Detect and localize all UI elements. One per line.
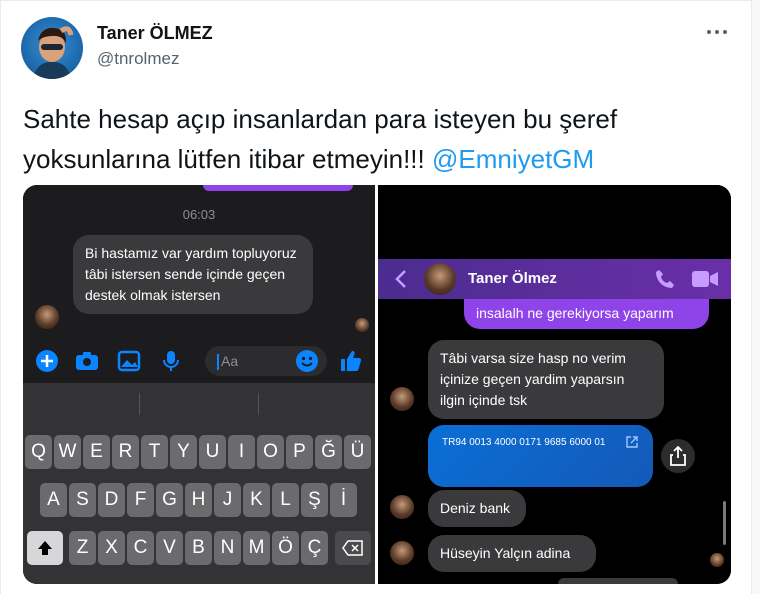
video-call-icon[interactable]	[692, 271, 718, 287]
message-input-placeholder: Aa	[221, 353, 239, 369]
key-o[interactable]: O	[257, 435, 284, 469]
left-screenshot: 06:03 Bi hastamız var yardım topluyoruz …	[23, 185, 375, 584]
author-name[interactable]: Taner ÖLMEZ	[97, 23, 213, 44]
incoming-message: Bi hastamız var yardım topluyoruz tâbi i…	[73, 235, 313, 314]
key-o-umlaut[interactable]: Ö	[272, 531, 299, 565]
key-i[interactable]: I	[228, 435, 255, 469]
camera-icon[interactable]	[75, 349, 99, 373]
suggestion-divider	[258, 393, 259, 415]
message-composer: Aa	[23, 341, 375, 381]
tweet-text: Sahte hesap açıp insanlardan para isteye…	[23, 99, 723, 179]
next-message-bubble	[558, 578, 678, 584]
key-k[interactable]: K	[243, 483, 270, 517]
plus-icon[interactable]	[35, 349, 59, 373]
key-s-cedilla[interactable]: Ş	[301, 483, 328, 517]
key-f[interactable]: F	[127, 483, 154, 517]
incoming-message: Hüseyin Yalçın adina	[428, 535, 596, 572]
sender-avatar	[35, 305, 59, 329]
key-u[interactable]: U	[199, 435, 226, 469]
seen-avatar	[710, 553, 724, 567]
scrollbar[interactable]	[723, 501, 726, 545]
microphone-icon[interactable]	[159, 349, 183, 373]
key-x[interactable]: X	[98, 531, 125, 565]
message-timestamp: 06:03	[182, 207, 216, 222]
key-c[interactable]: C	[127, 531, 154, 565]
key-a[interactable]: A	[40, 483, 67, 517]
key-d[interactable]: D	[98, 483, 125, 517]
more-options-icon[interactable]	[705, 25, 729, 39]
key-t[interactable]: T	[141, 435, 168, 469]
key-j[interactable]: J	[214, 483, 241, 517]
key-c-cedilla[interactable]: Ç	[301, 531, 328, 565]
key-n[interactable]: N	[214, 531, 241, 565]
shift-key[interactable]	[27, 531, 63, 565]
tweet-media[interactable]: 06:03 Bi hastamız var yardım topluyoruz …	[23, 185, 731, 584]
key-y[interactable]: Y	[170, 435, 197, 469]
contact-avatar[interactable]	[424, 263, 456, 295]
key-h[interactable]: H	[185, 483, 212, 517]
mention-link[interactable]: @EmniyetGM	[432, 144, 594, 174]
key-b[interactable]: B	[185, 531, 212, 565]
like-icon[interactable]	[339, 349, 363, 373]
key-q[interactable]: Q	[25, 435, 52, 469]
seen-avatar	[355, 318, 369, 332]
share-icon	[670, 446, 686, 466]
key-v[interactable]: V	[156, 531, 183, 565]
right-screenshot: Taner Ölmez insalalh ne gerekiyorsa yapa…	[378, 185, 731, 584]
author-avatar[interactable]	[21, 17, 83, 79]
emoji-icon[interactable]	[295, 349, 319, 373]
suggestion-divider	[139, 393, 140, 415]
key-r[interactable]: R	[112, 435, 139, 469]
incoming-message: Tâbi varsa size hasp no verim içinize ge…	[428, 340, 664, 419]
phone-icon[interactable]	[654, 268, 676, 290]
key-m[interactable]: M	[243, 531, 270, 565]
key-w[interactable]: W	[54, 435, 81, 469]
backspace-icon	[342, 540, 363, 556]
backspace-key[interactable]	[335, 531, 371, 565]
shift-arrow-icon	[38, 540, 52, 555]
author-handle[interactable]: @tnrolmez	[97, 49, 179, 69]
onscreen-keyboard: Q W E R T Y U I O P Ğ Ü A S D F G H J K	[23, 383, 375, 584]
incoming-message: Deniz bank	[428, 490, 526, 527]
chat-header: Taner Ölmez	[378, 259, 731, 299]
key-e[interactable]: E	[83, 435, 110, 469]
key-s[interactable]: S	[69, 483, 96, 517]
iban-number: TR94 0013 4000 0171 9685 6000 01	[442, 437, 606, 448]
iban-card[interactable]: TR94 0013 4000 0171 9685 6000 01	[428, 425, 653, 487]
key-g-breve[interactable]: Ğ	[315, 435, 342, 469]
tweet-card: Taner ÖLMEZ @tnrolmez Sahte hesap açıp i…	[0, 0, 752, 594]
sender-avatar	[390, 495, 414, 519]
share-button[interactable]	[661, 439, 695, 473]
external-link-icon[interactable]	[625, 435, 639, 449]
key-g[interactable]: G	[156, 483, 183, 517]
prev-message-bubble	[203, 185, 353, 191]
key-l[interactable]: L	[272, 483, 299, 517]
sender-avatar	[390, 387, 414, 411]
contact-name[interactable]: Taner Ölmez	[468, 270, 557, 287]
key-i-dot[interactable]: İ	[330, 483, 357, 517]
outgoing-message: insalalh ne gerekiyorsa yaparım	[464, 299, 709, 329]
key-z[interactable]: Z	[69, 531, 96, 565]
photo-icon[interactable]	[117, 349, 141, 373]
key-u-umlaut[interactable]: Ü	[344, 435, 371, 469]
key-p[interactable]: P	[286, 435, 313, 469]
sender-avatar	[390, 541, 414, 565]
back-chevron-icon[interactable]	[394, 269, 408, 289]
